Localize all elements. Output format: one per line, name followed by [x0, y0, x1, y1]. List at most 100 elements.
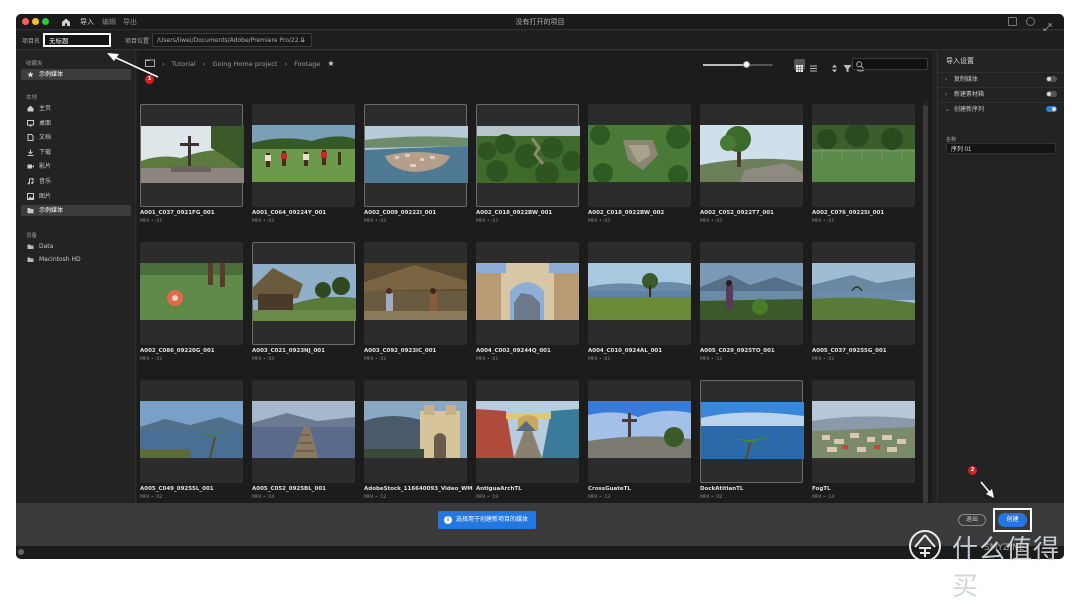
sort-icon[interactable]	[829, 59, 840, 73]
new-bin-toggle[interactable]	[1046, 91, 1057, 97]
project-name-input[interactable]	[43, 33, 111, 47]
slider-knob[interactable]	[743, 61, 751, 68]
media-name[interactable]: A002_C086_09220G_001	[140, 348, 215, 354]
media-thumbnail[interactable]	[588, 104, 691, 207]
media-thumbnail[interactable]	[588, 380, 691, 483]
breadcrumb-item-tutorial[interactable]: Tutorial	[172, 60, 196, 68]
create-sequence-row[interactable]: ⌄ 创建新序列	[938, 102, 1064, 115]
sidebar-item[interactable]: Data	[21, 241, 131, 252]
sidebar-item[interactable]: 主页	[21, 103, 131, 114]
fullscreen-icon[interactable]	[1043, 17, 1052, 32]
sidebar-item[interactable]: 文档	[21, 132, 131, 143]
new-bin-row[interactable]: › 新建素材箱	[938, 87, 1064, 100]
sidebar-item[interactable]: 桌面	[21, 118, 131, 129]
media-thumbnail[interactable]	[364, 104, 468, 207]
create-sequence-toggle[interactable]	[1046, 106, 1057, 112]
media-thumbnail[interactable]	[252, 380, 355, 483]
media-name[interactable]: A004_C010_0924AL_001	[588, 348, 662, 354]
folder-icon	[27, 208, 34, 214]
media-thumbnail[interactable]	[252, 242, 356, 345]
media-name[interactable]: A005_C029_0925TO_001	[700, 348, 775, 354]
new-bin-label: 新建素材箱	[954, 91, 985, 98]
annotation-badge-1: 1	[145, 75, 154, 84]
media-meta: MP4 • :03	[700, 219, 723, 224]
media-thumbnail[interactable]	[476, 380, 579, 483]
list-view-icon[interactable]	[808, 59, 819, 72]
media-thumbnail[interactable]	[700, 104, 803, 207]
media-thumbnail[interactable]	[364, 242, 467, 345]
media-name[interactable]: A002_C018_0922BW_002	[588, 210, 664, 216]
sidebar-item-label: 下载	[39, 148, 52, 156]
star-icon[interactable]: ★	[327, 59, 334, 68]
media-thumbnail[interactable]	[812, 242, 915, 345]
media-thumbnail[interactable]	[700, 380, 804, 483]
media-name[interactable]: FogTL	[812, 486, 831, 492]
media-name[interactable]: A002_C009_09222I_001	[364, 210, 436, 216]
status-bar	[16, 546, 1064, 559]
media-name[interactable]: A002_C076_09225I_001	[812, 210, 884, 216]
premiere-import-window: 导入 编辑 导出 没有打开的项目 项目名 项目位置 /Users/liwei/D…	[16, 14, 1064, 559]
chevron-down-icon: ⌄	[945, 106, 951, 113]
chevron-right-icon: ›	[945, 91, 948, 98]
media-thumbnail[interactable]	[812, 380, 915, 483]
thumbnail-size-slider[interactable]	[703, 61, 773, 68]
media-name[interactable]: A001_C064_09224Y_001	[252, 210, 326, 216]
grid-view-icon[interactable]	[794, 59, 805, 72]
media-name[interactable]: DockAtitlanTL	[700, 486, 743, 492]
media-name[interactable]: A005_C052_0925BL_001	[252, 486, 326, 492]
copy-media-row[interactable]: › 复制媒体	[938, 72, 1064, 85]
sidebar-section-header: 本地	[26, 95, 38, 101]
create-button[interactable]: 创建	[998, 513, 1027, 527]
media-thumbnail[interactable]	[476, 242, 579, 345]
sidebar-item[interactable]: 影片	[21, 161, 131, 172]
media-thumbnail[interactable]	[700, 242, 803, 345]
media-thumbnail[interactable]	[140, 242, 243, 345]
vertical-scrollbar[interactable]	[923, 101, 928, 511]
info-icon: i	[444, 516, 452, 524]
media-name[interactable]: A003_C021_0923NJ_001	[252, 348, 325, 354]
project-location-dropdown[interactable]: /Users/liwei/Documents/Adobe/Premiere Pr…	[152, 33, 312, 47]
media-name[interactable]: AntiguaArchTL	[476, 486, 522, 492]
thumbnail-image	[588, 125, 691, 182]
media-name[interactable]: A004_C002_09244Q_001	[476, 348, 551, 354]
sidebar-item-label: 主页	[39, 105, 52, 112]
media-meta: MP4 • :12	[364, 495, 387, 500]
media-thumbnail[interactable]	[252, 104, 355, 207]
sidebar-item[interactable]: 音乐	[21, 176, 131, 187]
media-name[interactable]: A001_C037_0921FG_001	[140, 210, 215, 216]
exit-button[interactable]: 退出	[958, 514, 986, 526]
media-name[interactable]: A002_C052_0922T7_001	[700, 210, 774, 216]
media-thumbnail[interactable]	[588, 242, 691, 345]
breadcrumb-item-going-home[interactable]: Going Home project	[212, 60, 277, 68]
sidebar-item[interactable]: 图片	[21, 191, 131, 202]
media-name[interactable]: CrossGuateTL	[588, 486, 631, 492]
drive-icon	[27, 257, 34, 262]
picture-icon	[27, 192, 34, 200]
sidebar-item[interactable]: 下载	[21, 147, 131, 158]
media-name[interactable]: A003_C092_0923IC_001	[364, 348, 436, 354]
media-thumbnail[interactable]	[140, 104, 244, 207]
sidebar-item[interactable]: 示例媒体	[21, 69, 131, 80]
media-name[interactable]: A002_C018_0922BW_001	[476, 210, 552, 216]
notifications-icon[interactable]	[1026, 17, 1035, 26]
sidebar-item[interactable]: Macintosh HD	[21, 254, 131, 265]
search-input[interactable]	[852, 58, 928, 70]
footer-bar: i 选择用于创建新项目的媒体 退出 创建	[16, 503, 1064, 546]
sidebar-item-label: 影片	[39, 163, 52, 171]
media-name[interactable]: A005_C037_09255G_001	[812, 348, 887, 354]
folder-icon[interactable]	[145, 59, 155, 68]
scrollbar-thumb[interactable]	[923, 105, 928, 503]
media-browser: › Tutorial › Going Home project › Footag…	[137, 51, 932, 511]
panel-icon[interactable]	[1008, 17, 1017, 26]
media-thumbnail[interactable]	[476, 104, 580, 207]
media-thumbnail[interactable]	[364, 380, 467, 483]
sequence-name-input[interactable]	[946, 143, 1056, 154]
copy-media-toggle[interactable]	[1046, 76, 1057, 82]
sidebar-item[interactable]: 示例媒体	[21, 205, 131, 217]
breadcrumb-item-footage[interactable]: Footage	[294, 60, 320, 68]
media-name[interactable]: A005_C049_09255L_001	[140, 486, 214, 492]
media-thumbnail[interactable]	[812, 104, 915, 207]
status-dot-icon	[18, 549, 24, 555]
media-name[interactable]: AdobeStock_116640093_Video_WM	[364, 486, 473, 492]
media-thumbnail[interactable]	[140, 380, 243, 483]
